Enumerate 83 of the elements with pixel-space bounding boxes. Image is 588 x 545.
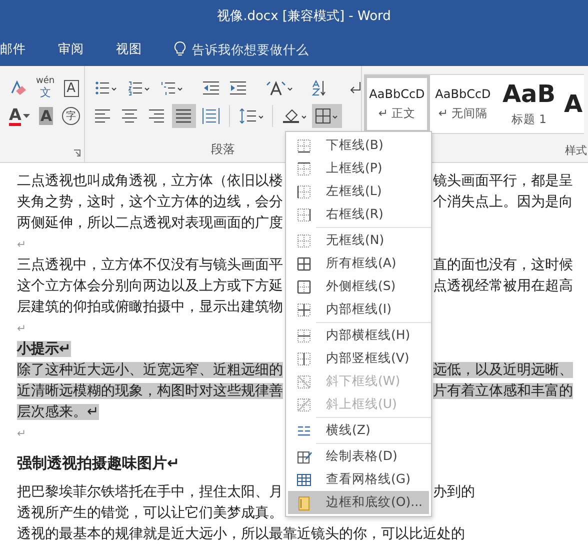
body-text: 镜头画面平行，都是呈 <box>433 173 573 189</box>
menu-item[interactable]: 所有框线(A) <box>288 252 429 275</box>
font-color-button[interactable]: A <box>6 104 34 128</box>
pencil-table-icon <box>296 448 312 464</box>
align-left-icon <box>94 107 112 125</box>
body-text: 除了这种近大远小、近宽远窄、近粗远细的 <box>17 362 283 378</box>
border-icon <box>296 138 312 154</box>
line-spacing-icon <box>239 107 263 125</box>
border-icon <box>296 232 312 248</box>
body-text: 把巴黎埃菲尔铁塔托在手中，捏住太阳、月 <box>17 484 283 500</box>
ribbon-tab[interactable]: 视图 <box>104 36 156 62</box>
justify-icon <box>175 107 193 125</box>
decrease-indent-icon <box>202 79 220 97</box>
menu-item[interactable]: 右框线(R) <box>288 203 429 226</box>
numbered-list-icon <box>127 79 151 97</box>
body-text: 三点透视中，立方体不仅没有与镜头画面平 <box>17 257 283 273</box>
align-right-icon <box>148 107 166 125</box>
body-text: 直的面也没有，这时候 <box>433 257 573 273</box>
table-grid-icon <box>296 472 312 488</box>
border-icon <box>296 184 312 200</box>
justify-button[interactable] <box>172 104 196 128</box>
tell-me-field[interactable]: 告诉我你想要做什么 <box>190 40 324 58</box>
menu-item[interactable]: 横线(Z) <box>288 419 429 442</box>
dialog-launcher-icon[interactable] <box>73 149 81 157</box>
body-text: 办到的 <box>433 484 475 500</box>
body-text: 层次感来。↵ <box>17 404 99 420</box>
border-icon <box>296 374 312 390</box>
window-title: 视像.docx [兼容模式] - Word <box>217 8 391 25</box>
border-icon <box>296 396 312 412</box>
menu-item[interactable]: 外侧框线(S) <box>288 275 429 298</box>
page-icon <box>296 494 312 510</box>
distributed-align-icon <box>202 107 220 125</box>
paragraph-mark: ↵ <box>17 322 26 335</box>
border-icon <box>296 206 312 222</box>
group-label: 样式 <box>565 143 587 158</box>
menu-item[interactable]: 内部框线(I) <box>288 298 429 321</box>
menu-item[interactable]: 内部竖框线(V) <box>288 347 429 370</box>
increase-indent-icon <box>229 79 247 97</box>
bullet-list-icon <box>94 79 118 97</box>
lightbulb-icon <box>174 41 186 57</box>
caret-icon <box>23 114 30 118</box>
border-icon <box>296 256 312 272</box>
body-text: 夹角之势，这时，这个立方体的边线，会分 <box>17 194 283 210</box>
menu-item[interactable]: 左框线(L) <box>288 180 429 203</box>
eraser-icon <box>9 79 27 97</box>
body-text: 点透视经常被用在超高 <box>433 278 573 294</box>
body-text: 两侧延伸，所以二点透视对表现画面的广度 <box>17 215 283 231</box>
paragraph-mark: ↵ <box>17 238 26 251</box>
body-text: 层建筑的仰拍或俯瞰拍摄中，显示出建筑物 <box>17 299 283 315</box>
body-text: 二点透视也叫成角透视，立方体（依旧以楼 <box>17 173 283 189</box>
menu-item[interactable]: 无框线(N) <box>288 229 429 252</box>
text-direction-icon <box>265 79 293 97</box>
align-center-icon <box>121 107 139 125</box>
body-text: 小提示↵ <box>17 341 71 357</box>
group-label: 段落 <box>211 142 235 156</box>
border-icon <box>296 278 312 294</box>
phonetic-guide-button[interactable]: wén 文 <box>33 76 58 100</box>
ribbon-tab[interactable]: 审阅 <box>46 36 98 62</box>
body-text: 个消失点上。因为是向 <box>433 194 573 210</box>
border-icon <box>296 160 312 176</box>
border-grid-button[interactable] <box>312 104 342 128</box>
border-icon <box>296 350 312 366</box>
body-text: 片有着立体感和丰富的 <box>433 383 573 399</box>
body-text: 远低，以及近明远晰、 <box>433 362 573 378</box>
body-text: 这个立方体会分别向两边以及上方或下方延 <box>17 278 283 294</box>
multilevel-list-icon <box>160 79 184 97</box>
paragraph-mark: ↵ <box>17 427 26 440</box>
body-text: 透视所产生的错觉，可以让它们美梦成真。 <box>17 505 283 521</box>
border-icon <box>296 328 312 344</box>
paint-bucket-icon <box>282 107 306 125</box>
body-text: 透视的最基本的规律就是近大远小，所以最靠近镜头的你，可以比近处的 <box>17 526 465 542</box>
menu-item[interactable]: 绘制表格(D) <box>288 445 429 468</box>
menu-item[interactable]: 内部横框线(H) <box>288 324 429 347</box>
border-grid-icon <box>315 107 339 125</box>
body-text: 近清晰远模糊的现象，构图时对这些规律善 <box>17 383 283 399</box>
ribbon-tab[interactable]: 邮件 <box>0 36 40 62</box>
menu-item[interactable]: 下框线(B) <box>288 134 429 157</box>
style-tile[interactable]: AaBbCcD ↵ 正文 <box>364 75 430 133</box>
border-icon <box>296 302 312 318</box>
heading-text: 强制透视拍摄趣味图片↵ <box>17 454 180 472</box>
menu-item[interactable]: 上框线(P) <box>288 157 429 180</box>
menu-item[interactable]: 边框和底纹(O)... <box>288 491 429 514</box>
menu-item[interactable]: 查看网格线(G) <box>288 468 429 491</box>
